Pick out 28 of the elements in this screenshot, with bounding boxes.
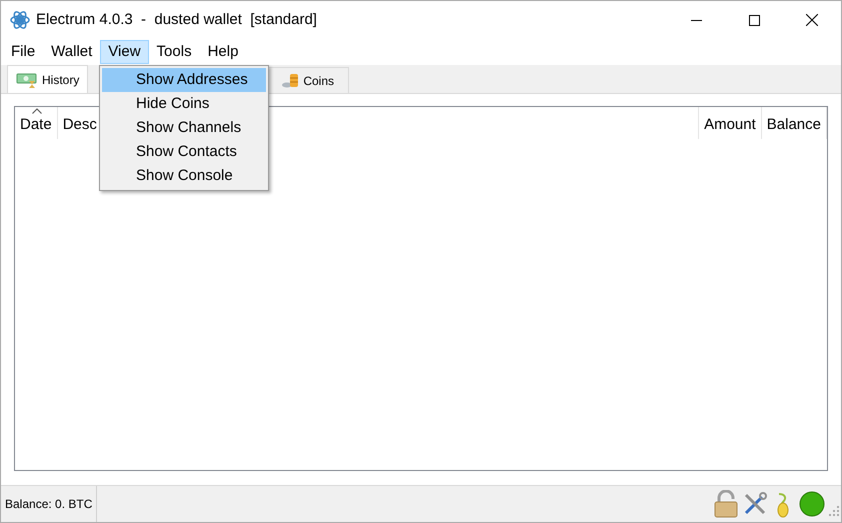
menu-item[interactable]: View [100, 40, 149, 64]
menu-item[interactable]: File [3, 40, 44, 64]
column-header[interactable]: Date [15, 107, 58, 139]
sort-caret-icon [32, 108, 42, 114]
column-header[interactable]: Amount [699, 107, 762, 139]
size-grip-icon[interactable] [829, 506, 839, 516]
network-status-icon[interactable] [798, 490, 826, 518]
menu-option[interactable]: Show Contacts [102, 140, 266, 164]
menu-option[interactable]: Show Channels [102, 116, 266, 140]
window-title: Electrum 4.0.3 - dusted wallet [standard] [36, 10, 317, 30]
banknote-hourglass-icon [16, 72, 38, 88]
menu-item[interactable]: Tools [148, 40, 200, 64]
column-header[interactable]: Desc [58, 107, 102, 139]
menu-option[interactable]: Hide Coins [102, 92, 266, 116]
tab[interactable]: History [7, 65, 88, 93]
menu-item[interactable]: Wallet [43, 40, 100, 64]
electrum-logo-icon [10, 10, 30, 30]
coins-icon [281, 72, 300, 88]
menu-option[interactable]: Show Console [102, 164, 266, 188]
tab[interactable]: Coins [266, 67, 350, 93]
column-header[interactable]: Balance [762, 107, 827, 139]
padlock-icon[interactable] [713, 490, 739, 518]
maximize-icon [748, 14, 760, 26]
tools-icon[interactable] [742, 491, 768, 517]
menu-item[interactable]: Help [200, 40, 246, 64]
close-icon [806, 14, 818, 26]
balance-label: Balance: 0. BTC [1, 486, 98, 522]
menu-option[interactable]: Show Addresses [102, 68, 266, 92]
